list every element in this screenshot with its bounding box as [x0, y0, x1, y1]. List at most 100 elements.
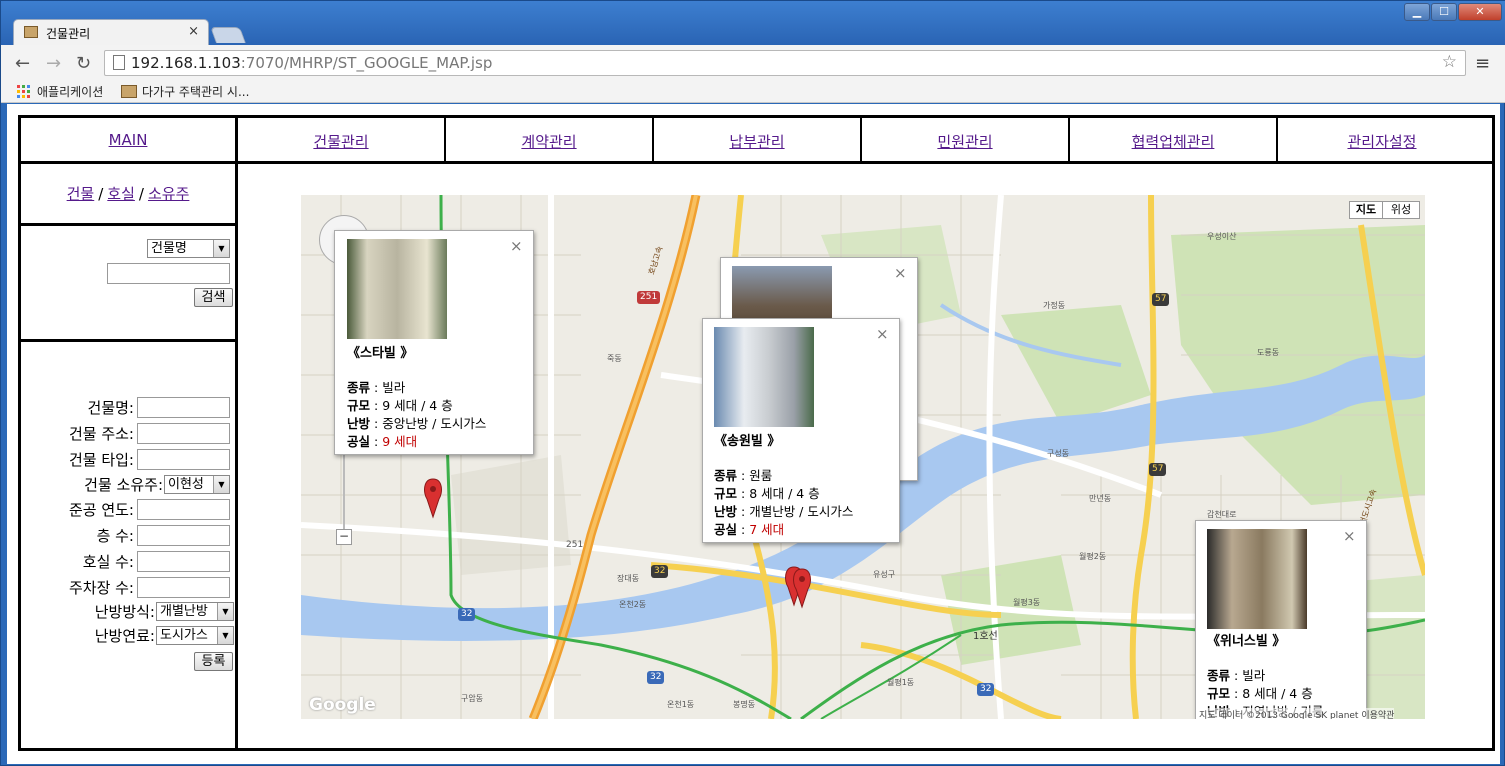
- kind-label: 종류: [347, 380, 371, 395]
- left-sidebar: 건물 / 호실 / 소유주 건물명 ▼ 검색 건물명: 건물 주소: 건물 타입…: [21, 164, 238, 751]
- link-room[interactable]: 호실: [107, 183, 135, 204]
- nav-building-link[interactable]: 건물관리: [313, 131, 368, 152]
- menu-icon[interactable]: ≡: [1475, 53, 1490, 74]
- map-type-map-button[interactable]: 지도: [1349, 201, 1383, 219]
- search-button[interactable]: 검색: [194, 288, 233, 307]
- close-icon[interactable]: ×: [510, 237, 523, 255]
- back-icon[interactable]: ←: [15, 53, 30, 74]
- nav-admin-link[interactable]: 관리자설정: [1347, 131, 1416, 152]
- building-name: 《스타빌 》: [347, 346, 414, 361]
- completion-year-input[interactable]: [137, 499, 230, 520]
- building-address-input[interactable]: [137, 423, 230, 444]
- colon: :: [737, 522, 750, 537]
- nav-payment-link[interactable]: 납부관리: [729, 131, 784, 152]
- field-label: 난방방식:: [94, 603, 155, 621]
- map-label: 장대동: [617, 574, 640, 583]
- nav-cell: 건물관리: [238, 118, 446, 164]
- map-label: 온천1동: [667, 700, 695, 709]
- browser-tab[interactable]: 건물관리 ×: [13, 19, 209, 45]
- info-row-kind: 종류 : 빌라: [347, 377, 405, 396]
- map-label: 우성이산: [1207, 232, 1237, 241]
- tab-title: 건물관리: [46, 27, 91, 41]
- size-label: 규모: [714, 486, 738, 501]
- info-row-vacant: 공실 : 9 세대: [347, 431, 417, 450]
- new-tab-button[interactable]: [210, 27, 246, 43]
- building-type-input[interactable]: [137, 449, 230, 470]
- building-photo: [1207, 529, 1307, 629]
- map-label: 월평2동: [1079, 552, 1107, 561]
- link-building[interactable]: 건물: [67, 183, 95, 204]
- heat-label: 난방: [347, 416, 371, 431]
- kind-value: 빌라: [382, 380, 406, 395]
- colon: :: [1230, 686, 1243, 701]
- nav-cell: 관리자설정: [1278, 118, 1486, 164]
- size-value: 8 세대 / 4 층: [1242, 686, 1313, 701]
- map-attribution[interactable]: 지도 데이터 ©2013 Google SK planet 이용약관: [1199, 708, 1395, 719]
- nav-cell: 계약관리: [446, 118, 654, 164]
- room-count-input[interactable]: [137, 551, 230, 572]
- tab-close-icon[interactable]: ×: [188, 24, 199, 39]
- chevron-down-icon: ▼: [213, 476, 229, 493]
- zoom-out-button[interactable]: −: [336, 529, 352, 545]
- nav-main-link[interactable]: MAIN: [109, 131, 148, 149]
- building-name-input[interactable]: [137, 397, 230, 418]
- nav-cell: 민원관리: [862, 118, 1070, 164]
- nav-main-cell: MAIN: [21, 118, 238, 164]
- favicon-icon: [24, 26, 38, 38]
- reload-icon[interactable]: ↻: [76, 53, 91, 74]
- bookmark-apps[interactable]: 애플리케이션: [37, 83, 103, 100]
- nav-contract-link[interactable]: 계약관리: [521, 131, 576, 152]
- field-label: 건물 소유주:: [84, 476, 163, 494]
- owner-select[interactable]: 이현성 ▼: [164, 475, 230, 494]
- parking-count-input[interactable]: [137, 577, 230, 598]
- vacant-value: 7 세대: [749, 522, 785, 537]
- field-label: 준공 연도:: [68, 501, 134, 519]
- route-shield: 251: [637, 291, 661, 304]
- info-row-heat: 난방 : 개별난방 / 도시가스: [714, 501, 853, 520]
- search-type-select[interactable]: 건물명 ▼: [147, 239, 230, 258]
- info-row-size: 규모 : 9 세대 / 4 층: [347, 395, 453, 414]
- close-window-button[interactable]: ✕: [1458, 3, 1502, 21]
- colon: :: [370, 416, 383, 431]
- nav-partner-link[interactable]: 협력업체관리: [1132, 131, 1215, 152]
- field-label: 난방연료:: [94, 627, 155, 645]
- heating-fuel-value: 도시가스: [160, 628, 208, 643]
- route-shield: 32: [651, 565, 669, 578]
- bookmark-site[interactable]: 다가구 주택관리 시...: [142, 83, 249, 100]
- route-shield: 32: [458, 608, 476, 621]
- heating-fuel-select[interactable]: 도시가스 ▼: [156, 626, 234, 645]
- heating-method-select[interactable]: 개별난방 ▼: [156, 602, 234, 621]
- route-shield: 32: [647, 671, 665, 684]
- minimize-button[interactable]: ▁: [1404, 3, 1430, 21]
- close-icon[interactable]: ×: [1343, 527, 1356, 545]
- title-bar: 건물관리 × ▁ ☐ ✕: [1, 1, 1505, 45]
- map-label: 갑천대로: [1207, 510, 1237, 519]
- google-logo[interactable]: Google: [309, 695, 376, 715]
- bookmark-star-icon[interactable]: ☆: [1442, 52, 1457, 72]
- nav-complaint-link[interactable]: 민원관리: [937, 131, 992, 152]
- link-owner[interactable]: 소유주: [148, 183, 189, 204]
- info-window: × 《위너스빌 》 종류 : 빌라 규모 : 8 세대 / 4 층 난방 : 지…: [1195, 520, 1367, 719]
- kind-label: 종류: [714, 468, 738, 483]
- top-nav: 건물관리 계약관리 납부관리 민원관리 협력업체관리 관리자설정: [238, 118, 1492, 164]
- kind-value: 원룸: [749, 468, 773, 483]
- floor-count-input[interactable]: [137, 525, 230, 546]
- route-shield: 57: [1149, 463, 1167, 476]
- address-bar[interactable]: 192.168.1.103:7070/MHRP/ST_GOOGLE_MAP.js…: [104, 50, 1466, 76]
- colon: :: [370, 398, 383, 413]
- close-icon[interactable]: ×: [894, 264, 907, 282]
- vacant-label: 공실: [347, 434, 371, 449]
- sub-nav: 건물 / 호실 / 소유주: [21, 164, 235, 226]
- close-icon[interactable]: ×: [876, 325, 889, 343]
- size-value: 8 세대 / 4 층: [749, 486, 820, 501]
- forward-icon[interactable]: →: [46, 53, 61, 74]
- maximize-button[interactable]: ☐: [1431, 3, 1457, 21]
- separator: /: [98, 184, 104, 203]
- chevron-down-icon: ▼: [213, 240, 229, 257]
- map-type-satellite-button[interactable]: 위성: [1382, 201, 1420, 219]
- map-label: 도룡동: [1257, 348, 1280, 357]
- google-map[interactable]: 우성이산 가정동 도룡동 죽동 구성동 만년동 월평2동 월평3동 유성구 온천…: [301, 195, 1425, 719]
- register-button[interactable]: 등록: [194, 652, 233, 671]
- search-input[interactable]: [107, 263, 230, 284]
- chevron-down-icon: ▼: [217, 627, 233, 644]
